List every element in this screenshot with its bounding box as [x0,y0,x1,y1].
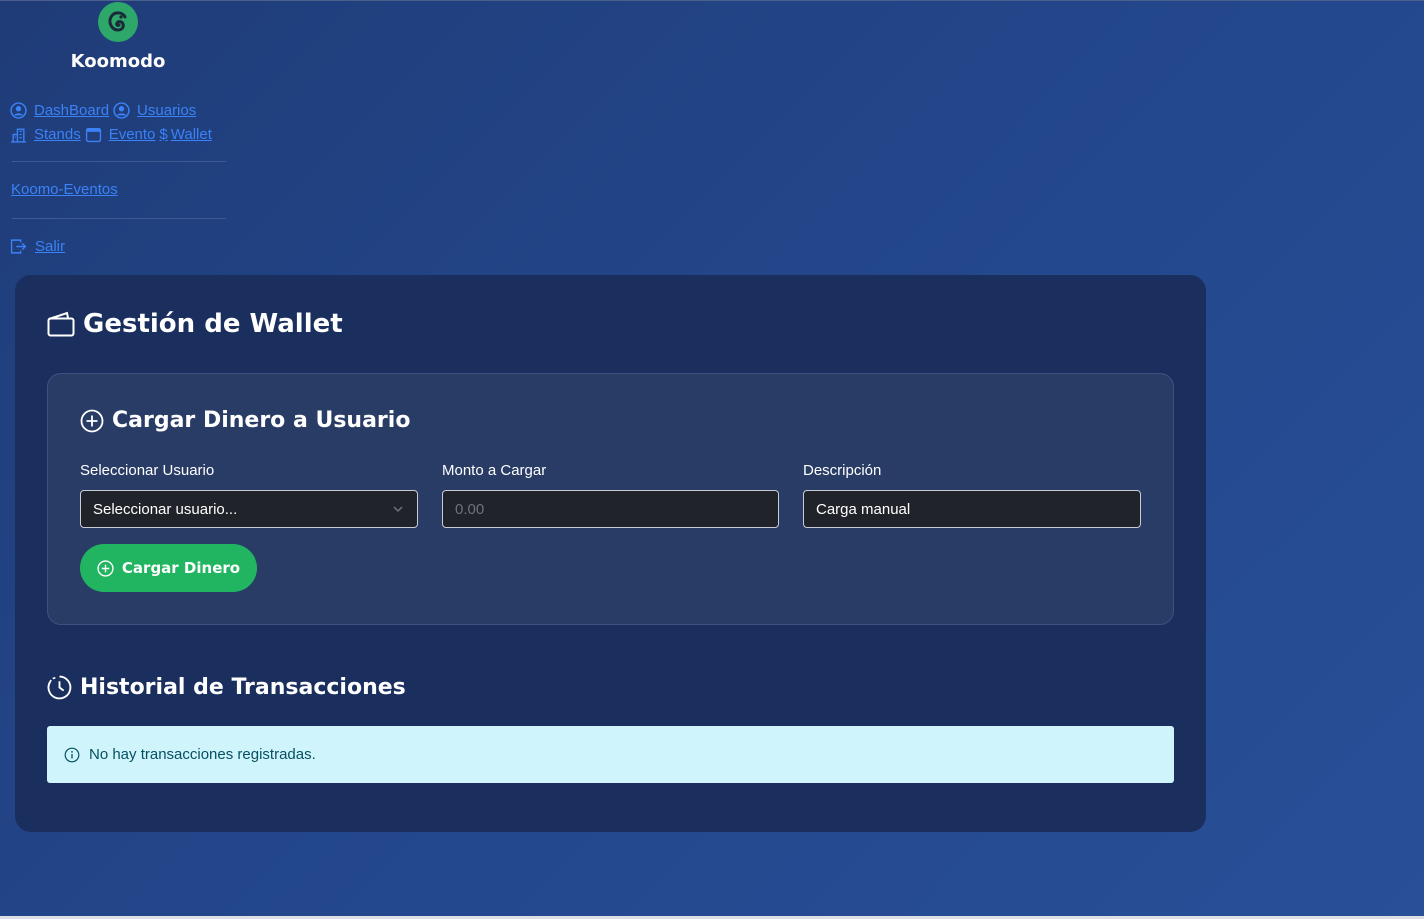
buildings-icon [11,127,26,143]
nav-row-2: Stands Evento $ Wallet [10,122,226,146]
koomo-eventos-link[interactable]: Koomo-Eventos [11,181,118,198]
logout-section: Salir [10,238,65,259]
plus-circle-icon [97,559,114,577]
load-money-title-text: Cargar Dinero a Usuario [112,408,411,433]
plus-circle-icon [80,409,104,432]
logout-icon [10,239,27,254]
page-title: Gestión de Wallet [47,309,343,339]
nav-row-1: DashBoard Usuarios [10,98,226,122]
nav-link-dashboard[interactable]: DashBoard [10,102,109,119]
nav-link-evento[interactable]: Evento [85,125,156,143]
nav-link-wallet[interactable]: $ Wallet [159,126,211,143]
wallet-panel: Gestión de Wallet Cargar Dinero a Usuari… [15,275,1206,832]
amount-placeholder: 0.00 [455,500,485,518]
nav-label-evento: Evento [108,125,156,143]
clock-history-icon [47,675,72,700]
user-circle-icon [10,101,27,119]
wallet-icon [47,311,75,337]
sidebar-divider [12,218,226,219]
load-money-button-label: Cargar Dinero [121,559,241,577]
amount-field: Monto a Cargar 0.00 [442,462,779,528]
logout-link[interactable]: Salir [10,238,65,255]
nav-link-stands[interactable]: Stands [10,126,81,143]
amount-input[interactable]: 0.00 [442,490,779,528]
history-title-text: Historial de Transacciones [80,675,406,700]
amount-label: Monto a Cargar [442,462,547,479]
nav-label-dashboard: DashBoard [34,101,110,119]
load-money-card: Cargar Dinero a Usuario Seleccionar Usua… [47,373,1174,625]
logout-label: Salir [35,238,66,255]
user-select-field: Seleccionar Usuario Seleccionar usuario.… [80,462,418,528]
empty-history-message: No hay transacciones registradas. [89,746,316,763]
sidebar-divider [12,161,226,162]
description-field: Descripción Carga manual [803,462,1141,528]
koomo-eventos-section: Koomo-Eventos [11,181,118,198]
user-select-value: Seleccionar usuario... [93,500,238,518]
calendar-icon [85,127,101,142]
chevron-down-icon [393,506,403,513]
brand-name: Koomodo [70,51,166,72]
description-input[interactable]: Carga manual [803,490,1141,528]
description-label: Descripción [803,462,882,479]
nav-link-usuarios[interactable]: Usuarios [113,102,196,119]
sidebar-nav: DashBoard Usuarios Stands Evento $ Walle… [10,98,226,146]
info-circle-icon [64,747,80,762]
user-select-label: Seleccionar Usuario [80,462,215,479]
nav-label-stands: Stands [34,125,81,143]
chameleon-logo-icon [98,2,138,42]
description-value: Carga manual [816,500,911,518]
brand: Koomodo [60,2,176,72]
load-money-button[interactable]: Cargar Dinero [80,544,257,592]
page-title-text: Gestión de Wallet [83,309,343,339]
empty-history-alert: No hay transacciones registradas. [47,726,1174,783]
user-circle-icon [113,101,130,119]
user-select[interactable]: Seleccionar usuario... [80,490,418,528]
nav-label-usuarios: Usuarios [137,101,197,119]
window-top-border [0,0,1424,1]
load-money-title: Cargar Dinero a Usuario [80,408,410,433]
history-title: Historial de Transacciones [47,675,406,700]
nav-label-wallet: Wallet [170,125,212,143]
dollar-icon: $ [159,125,168,143]
